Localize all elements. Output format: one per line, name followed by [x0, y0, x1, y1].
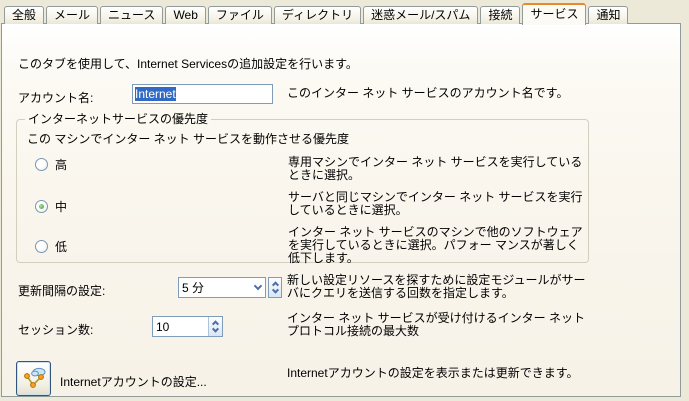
account-name-input[interactable]: Internet [132, 84, 273, 104]
sessions-label: セッション数: [18, 321, 93, 338]
priority-option-high[interactable]: 高 [35, 156, 67, 173]
refresh-interval-combo[interactable]: 5 分 [178, 277, 282, 298]
tab-intro-text: このタブを使用して、Internet Servicesの追加設定を行います。 [18, 55, 358, 72]
refresh-interval-label: 更新間隔の設定: [18, 282, 105, 299]
refresh-interval-value: 5 分 [182, 279, 204, 296]
internet-accounts-button[interactable] [16, 361, 51, 396]
tab-services[interactable]: サービス [522, 3, 586, 25]
tab-web[interactable]: Web [165, 6, 205, 24]
priority-medium-description: サーバと同じマシンでインター ネット サービスを実行しているときに選択。 [288, 191, 588, 217]
refresh-interval-value-field[interactable]: 5 分 [178, 277, 266, 298]
priority-subtitle: この マシンでインター ネット サービスを動作させる優先度 [27, 130, 349, 147]
radio-low-icon[interactable] [35, 240, 48, 253]
refresh-interval-spinner[interactable] [268, 277, 282, 298]
radio-high-label: 高 [55, 156, 67, 173]
services-tab-page: このタブを使用して、Internet Servicesの追加設定を行います。 ア… [1, 23, 681, 397]
network-accounts-icon [21, 364, 47, 393]
tab-general[interactable]: 全般 [4, 6, 44, 24]
priority-groupbox-title: インターネットサービスの優先度 [25, 112, 211, 126]
tab-file[interactable]: ファイル [208, 6, 272, 24]
tab-notification[interactable]: 通知 [588, 6, 628, 24]
priority-option-low[interactable]: 低 [35, 238, 67, 255]
spin-down-icon[interactable] [271, 287, 278, 294]
tab-connection[interactable]: 接続 [480, 6, 520, 24]
tab-directory[interactable]: ディレクトリ [274, 6, 361, 24]
internet-accounts-description: Internetアカウントの設定を表示または更新できます。 [287, 367, 587, 380]
radio-high-icon[interactable] [35, 158, 48, 171]
tab-junk-mail[interactable]: 迷惑メール/スパム [363, 6, 478, 24]
account-name-label: アカウント名: [18, 89, 93, 106]
tab-mail[interactable]: メール [46, 6, 98, 24]
chevron-down-icon[interactable] [254, 282, 262, 290]
sessions-stepper[interactable]: 10 [152, 316, 223, 337]
account-name-selected-text: Internet [135, 87, 176, 101]
radio-medium-label: 中 [55, 198, 67, 215]
tab-news[interactable]: ニュース [100, 6, 163, 24]
priority-low-description: インター ネット サービスのマシンで他のソフトウェアを実行しているときに選択。パ… [288, 226, 588, 265]
priority-high-description: 専用マシンでインター ネット サービスを実行しているときに選択。 [288, 156, 588, 182]
sessions-value: 10 [153, 320, 208, 334]
spin-down-icon[interactable] [212, 326, 219, 333]
priority-option-medium[interactable]: 中 [35, 198, 67, 215]
refresh-interval-description: 新しい設定リソースを探すために設定モジュールがサーバにクエリを送信する回数を指定… [287, 274, 587, 300]
sessions-description: インター ネット サービスが受け付けるインター ネットプロトコル接続の最大数 [287, 312, 587, 338]
internet-accounts-button-label: Internetアカウントの設定... [60, 373, 207, 390]
radio-medium-icon[interactable] [35, 200, 48, 213]
priority-groupbox: インターネットサービスの優先度 この マシンでインター ネット サービスを動作さ… [16, 119, 589, 263]
tab-bar: 全般 メール ニュース Web ファイル ディレクトリ 迷惑メール/スパム 接続… [4, 2, 630, 24]
account-name-description: このインター ネット サービスのアカウント名です。 [287, 87, 587, 100]
sessions-spinner[interactable] [208, 317, 222, 336]
radio-low-label: 低 [55, 238, 67, 255]
